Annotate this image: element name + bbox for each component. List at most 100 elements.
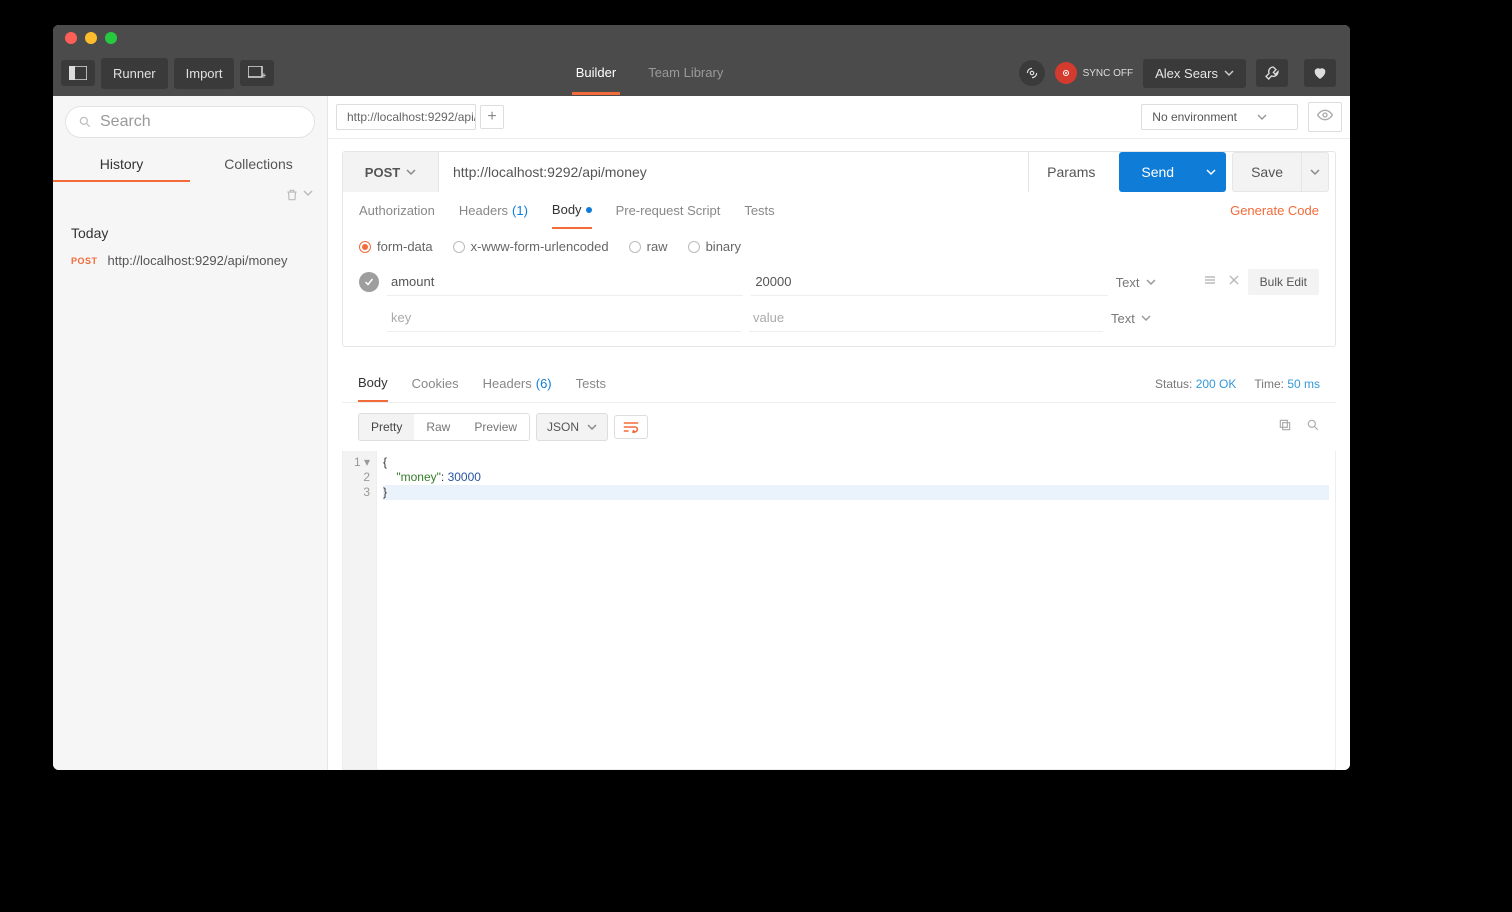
top-toolbar: Runner Import + Builder Team Library SYN… (53, 50, 1350, 96)
save-button[interactable]: Save (1232, 152, 1301, 192)
response-format-select[interactable]: JSON (536, 413, 608, 441)
type-select[interactable]: Text (1111, 311, 1191, 326)
heart-icon[interactable] (1304, 59, 1336, 87)
params-button[interactable]: Params (1028, 152, 1113, 192)
environment-select[interactable]: No environment (1141, 104, 1298, 130)
headers-label: Headers (483, 376, 532, 391)
toggle-sidebar-button[interactable] (61, 60, 95, 86)
response-tab-headers[interactable]: Headers (6) (483, 376, 552, 401)
request-tab[interactable]: http://localhost:9292/api/r (336, 104, 476, 130)
subtab-authorization[interactable]: Authorization (359, 203, 435, 228)
chevron-down-icon (1146, 277, 1156, 287)
url-input[interactable]: http://localhost:9292/api/money (439, 152, 1028, 192)
response-code: { "money": 30000 } (377, 451, 1335, 769)
interceptor-icon[interactable] (1019, 60, 1045, 86)
radio-label: binary (706, 239, 741, 254)
reorder-icon[interactable] (1204, 273, 1216, 291)
send-button[interactable]: Send (1119, 152, 1196, 192)
line-gutter: 1 ▾23 (343, 451, 377, 769)
maximize-window-icon[interactable] (105, 32, 117, 44)
key-input[interactable]: amount (387, 268, 743, 296)
subtab-headers[interactable]: Headers (1) (459, 203, 528, 228)
history-method-badge: POST (71, 256, 98, 266)
environment-label: No environment (1152, 110, 1237, 124)
row-enabled-checkbox[interactable] (359, 272, 379, 292)
status-meta: Status: 200 OK (1155, 377, 1236, 391)
add-request-tab-button[interactable]: + (480, 105, 504, 129)
postman-window: Runner Import + Builder Team Library SYN… (53, 25, 1350, 770)
minimize-window-icon[interactable] (85, 32, 97, 44)
search-response-icon[interactable] (1306, 418, 1320, 437)
radio-raw[interactable]: raw (629, 239, 668, 254)
sync-status[interactable]: SYNC OFF (1055, 62, 1134, 84)
wrap-lines-button[interactable] (614, 415, 648, 439)
history-item[interactable]: POST http://localhost:9292/api/money (53, 245, 327, 276)
response-tabs: Body Cookies Headers (6) Tests Status: 2… (342, 363, 1336, 403)
radio-label: raw (647, 239, 668, 254)
search-input[interactable]: Search (65, 106, 315, 138)
chevron-down-icon (1257, 112, 1267, 122)
generate-code-link[interactable]: Generate Code (1230, 203, 1319, 228)
sidebar: Search History Collections Today POST ht… (53, 96, 328, 770)
radio-form-data[interactable]: form-data (359, 239, 433, 254)
chevron-down-icon (1141, 313, 1151, 323)
main-panel: http://localhost:9292/api/r + No environ… (328, 96, 1350, 770)
time-meta: Time: 50 ms (1254, 377, 1320, 391)
chevron-down-icon (406, 167, 416, 177)
chevron-down-icon (587, 422, 597, 432)
chevron-down-icon (1310, 167, 1320, 177)
response-tab-body[interactable]: Body (358, 375, 388, 402)
tab-team-library[interactable]: Team Library (644, 51, 727, 95)
delete-row-icon[interactable] (1228, 273, 1240, 291)
type-label: Text (1116, 275, 1140, 290)
history-group-today: Today (53, 213, 327, 245)
key-input[interactable]: key (387, 304, 741, 332)
kv-row: amount 20000 Text Bulk Edit (353, 264, 1325, 300)
view-raw-button[interactable]: Raw (414, 414, 462, 440)
type-select[interactable]: Text (1116, 275, 1196, 290)
radio-xwww[interactable]: x-www-form-urlencoded (453, 239, 609, 254)
settings-icon[interactable] (1256, 59, 1288, 87)
radio-label: x-www-form-urlencoded (471, 239, 609, 254)
sidebar-tab-history[interactable]: History (53, 148, 190, 182)
user-menu-button[interactable]: Alex Sears (1143, 59, 1246, 88)
value-input[interactable]: value (749, 304, 1103, 332)
subtab-tests[interactable]: Tests (744, 203, 774, 228)
tab-builder[interactable]: Builder (572, 51, 620, 95)
http-method-select[interactable]: POST (343, 152, 439, 192)
send-dropdown-button[interactable] (1196, 152, 1226, 192)
headers-label: Headers (459, 203, 508, 218)
new-tab-button[interactable]: + (240, 60, 274, 86)
history-url: http://localhost:9292/api/money (108, 253, 288, 268)
radio-binary[interactable]: binary (688, 239, 741, 254)
body-label: Body (552, 202, 582, 217)
response-tab-cookies[interactable]: Cookies (412, 376, 459, 401)
subtab-prerequest[interactable]: Pre-request Script (616, 203, 721, 228)
value-input[interactable]: 20000 (751, 268, 1107, 296)
search-icon (78, 115, 92, 129)
import-button[interactable]: Import (174, 58, 235, 89)
format-label: JSON (547, 420, 579, 434)
trash-icon[interactable] (285, 188, 299, 207)
sidebar-tab-collections[interactable]: Collections (190, 148, 327, 182)
response-body-editor[interactable]: 1 ▾23 { "money": 30000 } (342, 451, 1336, 770)
copy-response-icon[interactable] (1278, 418, 1292, 437)
sync-icon (1055, 62, 1077, 84)
subtab-body[interactable]: Body (552, 202, 592, 229)
runner-button[interactable]: Runner (101, 58, 168, 89)
request-panel: POST http://localhost:9292/api/money Par… (342, 151, 1336, 347)
radio-label: form-data (377, 239, 433, 254)
response-toolbar: Pretty Raw Preview JSON (342, 403, 1336, 451)
headers-count: (1) (512, 203, 528, 218)
method-label: POST (365, 165, 400, 180)
kv-row-empty: key value Text (353, 300, 1325, 336)
bulk-edit-button[interactable]: Bulk Edit (1248, 269, 1319, 295)
view-pretty-button[interactable]: Pretty (359, 414, 414, 440)
environment-quicklook-button[interactable] (1308, 102, 1342, 132)
save-dropdown-button[interactable] (1301, 152, 1329, 192)
view-preview-button[interactable]: Preview (462, 414, 529, 440)
sync-label: SYNC OFF (1083, 68, 1134, 79)
close-window-icon[interactable] (65, 32, 77, 44)
response-tab-tests[interactable]: Tests (576, 376, 606, 401)
chevron-down-icon[interactable] (303, 188, 313, 198)
